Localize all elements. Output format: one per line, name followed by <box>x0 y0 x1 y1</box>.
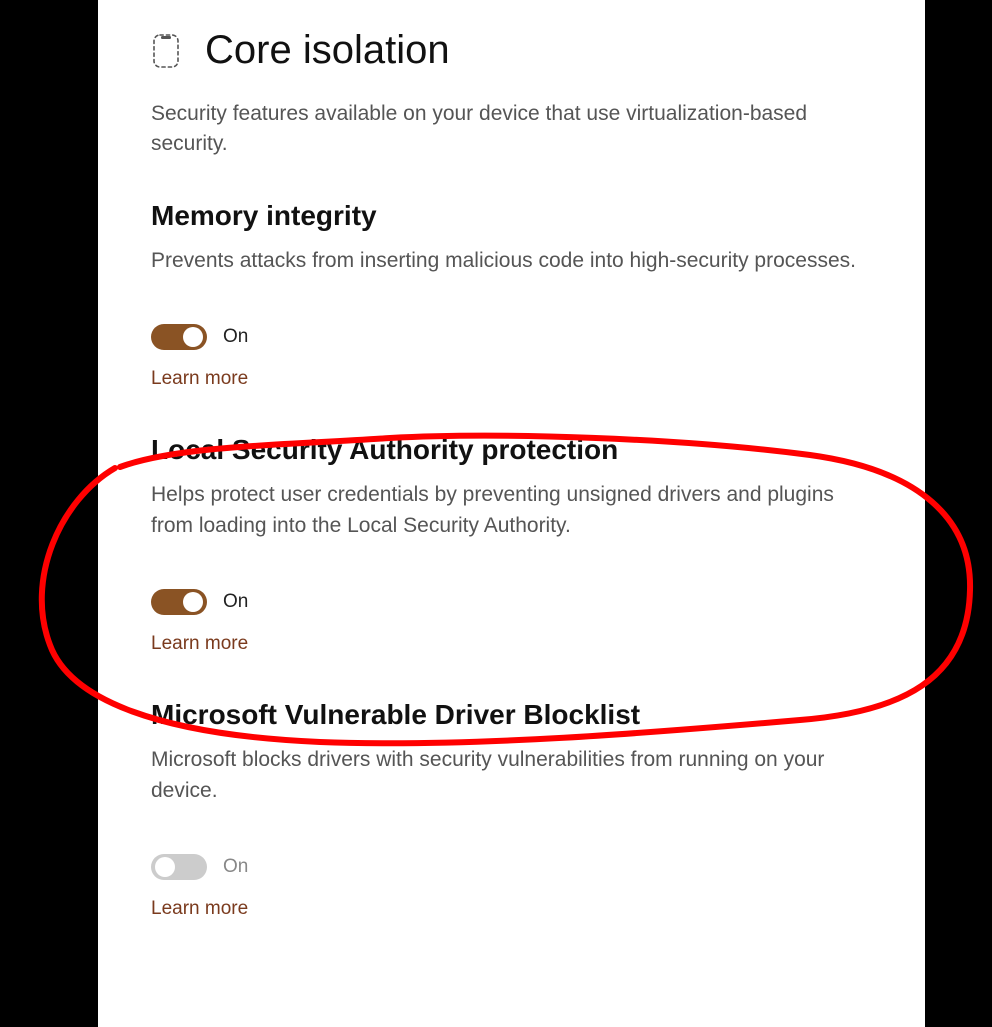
section-lsa-protection: Local Security Authority protection Help… <box>151 434 881 655</box>
section-title: Memory integrity <box>151 200 881 232</box>
toggle-row: On <box>151 589 881 615</box>
section-description: Helps protect user credentials by preven… <box>151 480 881 541</box>
section-vulnerable-driver-blocklist: Microsoft Vulnerable Driver Blocklist Mi… <box>151 699 881 920</box>
toggle-state-label: On <box>223 591 248 613</box>
page-title: Core isolation <box>205 28 450 73</box>
toggle-row: On <box>151 854 881 880</box>
core-isolation-icon <box>151 33 181 69</box>
section-title: Microsoft Vulnerable Driver Blocklist <box>151 699 881 731</box>
toggle-row: On <box>151 324 881 350</box>
learn-more-link[interactable]: Learn more <box>151 368 248 390</box>
section-description: Prevents attacks from inserting maliciou… <box>151 246 881 276</box>
lsa-protection-toggle[interactable] <box>151 589 207 615</box>
page-subtitle: Security features available on your devi… <box>151 99 871 160</box>
section-description: Microsoft blocks drivers with security v… <box>151 745 881 806</box>
memory-integrity-toggle[interactable] <box>151 324 207 350</box>
learn-more-link[interactable]: Learn more <box>151 633 248 655</box>
section-title: Local Security Authority protection <box>151 434 881 466</box>
vulnerable-driver-blocklist-toggle <box>151 854 207 880</box>
toggle-state-label: On <box>223 856 248 878</box>
page-title-row: Core isolation <box>151 28 881 73</box>
section-memory-integrity: Memory integrity Prevents attacks from i… <box>151 200 881 390</box>
toggle-state-label: On <box>223 326 248 348</box>
settings-panel: Core isolation Security features availab… <box>98 0 925 1027</box>
learn-more-link[interactable]: Learn more <box>151 898 248 920</box>
